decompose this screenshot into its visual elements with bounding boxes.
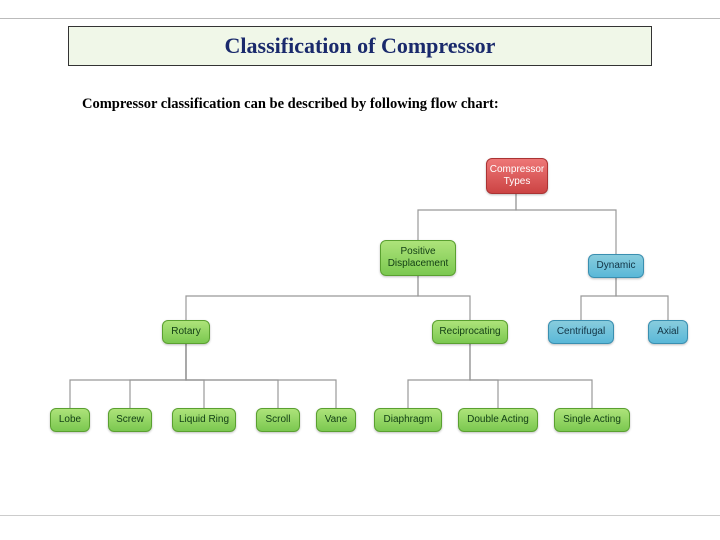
node-axial: Axial [648, 320, 688, 344]
divider-top [0, 18, 720, 19]
node-rotary: Rotary [162, 320, 210, 344]
node-liquid-ring: Liquid Ring [172, 408, 236, 432]
node-centrif-label: Centrifugal [557, 326, 605, 338]
node-diaphragm-label: Diaphragm [384, 414, 433, 426]
node-axial-label: Axial [657, 326, 679, 338]
node-positive-displacement: PositiveDisplacement [380, 240, 456, 276]
divider-bottom [0, 515, 720, 516]
node-screw: Screw [108, 408, 152, 432]
title-box: Classification of Compressor [68, 26, 652, 66]
node-lobe-label: Lobe [59, 414, 81, 426]
node-single-label: Single Acting [563, 414, 621, 426]
node-liquid-label: Liquid Ring [179, 414, 229, 426]
page-title: Classification of Compressor [225, 33, 496, 59]
node-double-label: Double Acting [467, 414, 529, 426]
node-reciprocating: Reciprocating [432, 320, 508, 344]
node-scroll-label: Scroll [265, 414, 290, 426]
node-lobe: Lobe [50, 408, 90, 432]
node-dynamic: Dynamic [588, 254, 644, 278]
node-positive-label: PositiveDisplacement [388, 246, 449, 270]
node-vane: Vane [316, 408, 356, 432]
node-root: CompressorTypes [486, 158, 548, 194]
node-dynamic-label: Dynamic [597, 260, 636, 272]
node-double-acting: Double Acting [458, 408, 538, 432]
node-vane-label: Vane [325, 414, 348, 426]
node-diaphragm: Diaphragm [374, 408, 442, 432]
flow-chart: CompressorTypes PositiveDisplacement Dyn… [0, 150, 720, 490]
subtitle: Compressor classification can be describ… [82, 96, 499, 113]
connectors [0, 150, 720, 490]
node-scroll: Scroll [256, 408, 300, 432]
node-single-acting: Single Acting [554, 408, 630, 432]
node-root-label: CompressorTypes [490, 164, 544, 188]
node-recip-label: Reciprocating [439, 326, 500, 338]
node-centrifugal: Centrifugal [548, 320, 614, 344]
node-screw-label: Screw [116, 414, 144, 426]
node-rotary-label: Rotary [171, 326, 200, 338]
